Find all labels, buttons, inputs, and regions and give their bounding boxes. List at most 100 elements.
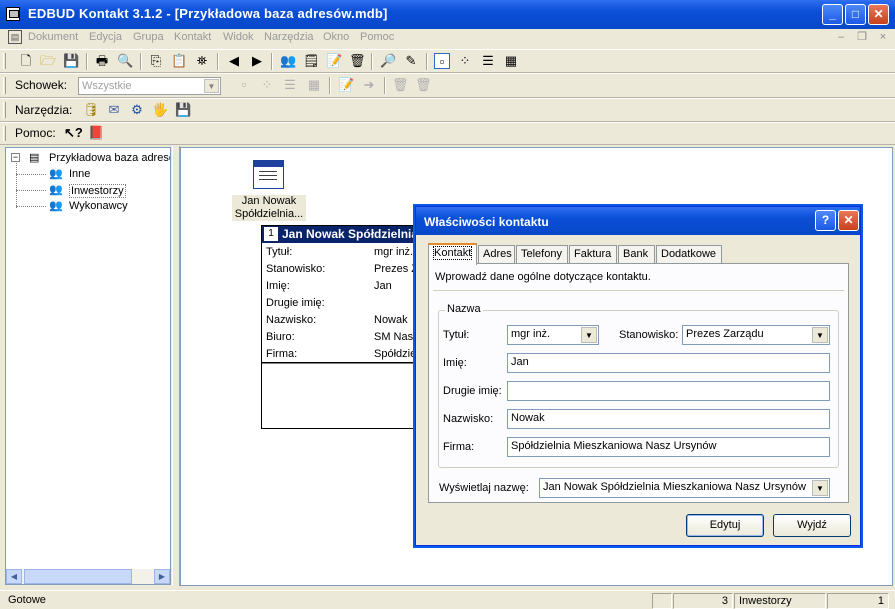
mdi-close-button[interactable]: × (876, 31, 890, 45)
first-name-field[interactable]: Jan (507, 353, 830, 373)
clipboard-delete-all-icon[interactable]: 🗑 (415, 77, 432, 93)
group-people-icon: 👥 (49, 200, 63, 212)
tree-collapse-toggle[interactable]: − (11, 153, 20, 162)
card-value-position: Prezes Z (374, 263, 418, 275)
paste-icon[interactable]: 📋 (171, 53, 187, 69)
menu-kontakt[interactable]: Kontakt (174, 31, 211, 43)
tree-item-inwestorzy[interactable]: Inwestorzy (69, 184, 126, 198)
view-small-icons-icon[interactable]: ⁘ (457, 53, 473, 69)
exit-button[interactable]: Wyjdź (773, 514, 851, 537)
database-icon: ▤ (29, 152, 40, 164)
chevron-down-icon[interactable]: ▼ (812, 327, 828, 343)
previous-arrow-icon[interactable]: ◀ (226, 53, 242, 69)
position-select[interactable]: Prezes Zarządu ▼ (682, 325, 830, 345)
settings-icon[interactable]: ⚙ (129, 102, 145, 118)
view-details-icon[interactable]: ▦ (503, 53, 519, 69)
dialog-close-button[interactable]: ✕ (838, 210, 859, 231)
window-title: EDBUD Kontakt 3.1.2 - [Przykładowa baza … (28, 6, 388, 21)
menu-narzedzia[interactable]: Narzędzia (264, 31, 314, 43)
mdi-restore-button[interactable]: ❐ (855, 31, 869, 45)
tools-wizard-icon[interactable]: 🖐 (152, 102, 168, 118)
card-value-first-name: Jan (374, 280, 392, 292)
whats-this-help-icon[interactable]: ↖? (64, 125, 83, 141)
contact-icon-label-line1: Jan Nowak (241, 195, 297, 207)
help-book-icon[interactable]: 📕 (88, 125, 104, 141)
middle-name-field[interactable] (507, 381, 830, 401)
tree-item-inne[interactable]: Inne (69, 168, 90, 180)
group-people-icon: 👥 (49, 184, 63, 196)
next-arrow-icon[interactable]: ▶ (249, 53, 265, 69)
contact-properties-dialog: Właściwości kontaktu ? ✕ Kontakt Adres T… (415, 206, 861, 546)
contact-properties-icon[interactable]: 📝 (326, 53, 342, 69)
title-select[interactable]: mgr inż. ▼ (507, 325, 599, 345)
scroll-right-icon[interactable]: ▶ (154, 569, 170, 584)
group-people-icon[interactable]: 👥 (280, 53, 296, 69)
tree-root-label[interactable]: Przykładowa baza adresów (49, 152, 170, 164)
scroll-left-icon[interactable]: ◀ (6, 569, 22, 584)
minimize-button[interactable]: _ (822, 4, 843, 25)
close-button[interactable]: ✕ (868, 4, 889, 25)
clipboard-properties-icon[interactable]: 📝 (338, 77, 354, 93)
contact-new-icon[interactable]: ✎ (403, 53, 419, 69)
contact-card-icon[interactable]: 🗒 (303, 53, 320, 69)
dialog-help-button[interactable]: ? (815, 210, 836, 231)
mail-merge-icon[interactable]: ✉ (106, 102, 122, 118)
new-document-icon[interactable]: 🗋 (18, 53, 34, 69)
clipboard-large-icons-icon[interactable]: ▫ (236, 77, 252, 93)
menu-widok[interactable]: Widok (223, 31, 254, 43)
menu-grupa[interactable]: Grupa (133, 31, 164, 43)
scroll-thumb[interactable] (24, 569, 132, 584)
delete-trash-icon[interactable]: 🗑 (349, 53, 366, 69)
tree-horizontal-scrollbar[interactable]: ◀ ▶ (6, 569, 170, 584)
view-large-icons-icon[interactable]: ▫ (434, 53, 450, 69)
panel-splitter[interactable] (172, 146, 180, 586)
tree-item-wykonawcy[interactable]: Wykonawcy (69, 200, 128, 212)
document-icon[interactable]: ▤ (8, 30, 22, 44)
clipboard-select[interactable]: Wszystkie ▼ (78, 77, 221, 95)
print-preview-icon[interactable]: 🔍 (117, 53, 133, 69)
chevron-down-icon[interactable]: ▼ (204, 79, 219, 93)
company-label: Firma: (443, 441, 475, 453)
tab-telefony[interactable]: Telefony (516, 245, 568, 264)
contact-card-number: 1 (264, 227, 278, 241)
menu-dokument[interactable]: Dokument (28, 31, 78, 43)
print-icon[interactable]: 🖶 (94, 53, 110, 69)
clipboard-select-value: Wszystkie (82, 80, 132, 92)
database-icon[interactable]: 🛢 (83, 102, 100, 118)
menu-pomoc[interactable]: Pomoc (360, 31, 394, 43)
display-name-select[interactable]: Jan Nowak Spółdzielnia Mieszkaniowa Nasz… (539, 478, 830, 498)
chevron-down-icon[interactable]: ▼ (812, 480, 828, 496)
chevron-down-icon[interactable]: ▼ (581, 327, 597, 343)
menu-okno[interactable]: Okno (323, 31, 349, 43)
tab-dodatkowe[interactable]: Dodatkowe (656, 245, 722, 264)
mdi-minimize-button[interactable]: – (834, 31, 848, 45)
view-list-icon[interactable]: ☰ (480, 53, 496, 69)
find-binoculars-icon[interactable]: ⛯ (194, 53, 210, 69)
maximize-button[interactable]: □ (845, 4, 866, 25)
open-folder-icon[interactable]: 🗁 (40, 53, 56, 69)
last-name-field[interactable]: Nowak (507, 409, 830, 429)
first-name-label: Imię: (443, 357, 467, 369)
copy-icon[interactable]: ⎘ (148, 53, 164, 69)
clipboard-details-icon[interactable]: ▦ (306, 77, 322, 93)
contact-card[interactable]: 1 Jan Nowak Spółdzielnia Tytuł: mgr inż.… (261, 225, 419, 429)
contact-search-icon[interactable]: 🔎 (380, 53, 396, 69)
clipboard-delete-icon[interactable]: 🗑 (392, 77, 409, 93)
clipboard-list-icon[interactable]: ☰ (282, 77, 298, 93)
contact-icon-label[interactable]: Jan Nowak Spółdzielnia... (232, 195, 306, 221)
status-panel-empty (652, 593, 672, 609)
card-label-company: Firma: (266, 348, 298, 360)
tab-adres[interactable]: Adres (478, 245, 515, 264)
backup-save-icon[interactable]: 💾 (175, 102, 191, 118)
tab-kontakt[interactable]: Kontakt (428, 243, 477, 265)
clipboard-forward-icon[interactable]: ➜ (361, 77, 377, 93)
tab-bank[interactable]: Bank (618, 245, 655, 264)
edit-button[interactable]: Edytuj (686, 514, 764, 537)
main-toolbar: 🗋 🗁 💾 🖶 🔍 ⎘ 📋 ⛯ ◀ ▶ 👥 🗒 📝 🗑 🔎 ✎ ▫ ⁘ ☰ ▦ (0, 49, 895, 73)
contact-card-icon[interactable] (253, 160, 284, 189)
clipboard-small-icons-icon[interactable]: ⁘ (259, 77, 275, 93)
company-field[interactable]: Spółdzielnia Mieszkaniowa Nasz Ursynów (507, 437, 830, 457)
tab-faktura[interactable]: Faktura (569, 245, 617, 264)
menu-edycja[interactable]: Edycja (89, 31, 122, 43)
save-icon[interactable]: 💾 (63, 53, 79, 69)
